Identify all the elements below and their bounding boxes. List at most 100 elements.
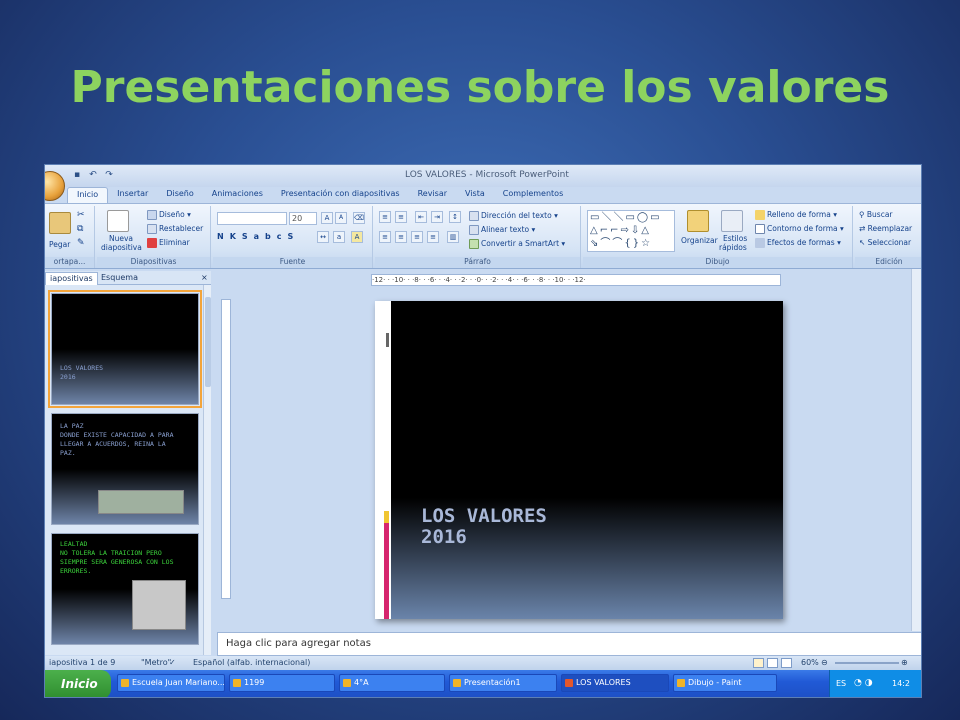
window-title: LOS VALORES - Microsoft PowerPoint — [405, 170, 569, 180]
horizontal-ruler[interactable]: ·12· · ·10· · ·8· · ·6· · ·4· · ·2· · ·0… — [371, 274, 781, 286]
bullets-icon[interactable]: ≡ — [379, 211, 391, 223]
zoom-in-icon[interactable]: ⊕ — [901, 658, 908, 667]
shape-outline-button[interactable]: Contorno de forma ▾ — [755, 224, 844, 234]
quick-styles-icon[interactable] — [721, 210, 743, 232]
main-slide[interactable]: LOS VALORES 2016 — [375, 301, 783, 619]
notes-pane[interactable]: Haga clic para agregar notas — [217, 632, 921, 656]
format-painter-icon[interactable]: ✎ — [77, 238, 85, 248]
slide-title-text[interactable]: LOS VALORES 2016 — [421, 506, 547, 548]
text-direction-button[interactable]: Dirección del texto ▾ — [469, 211, 558, 221]
quick-styles-label-1[interactable]: Estilos — [723, 234, 747, 243]
justify-icon[interactable]: ≡ — [427, 231, 439, 243]
zoom-out-icon[interactable]: ⊖ — [821, 658, 828, 667]
copy-icon[interactable]: ⧉ — [77, 224, 83, 234]
quick-styles-label-2[interactable]: rápidos — [719, 243, 747, 252]
slide-sorter-icon[interactable] — [767, 658, 778, 668]
new-slide-icon[interactable] — [107, 210, 129, 232]
taskbar-item[interactable]: 4°A — [339, 674, 445, 692]
columns-icon[interactable]: ▥ — [447, 231, 459, 243]
tab-animaciones[interactable]: Animaciones — [203, 187, 272, 203]
tab-inicio[interactable]: Inicio — [67, 187, 109, 203]
tab-insertar[interactable]: Insertar — [108, 187, 157, 203]
taskbar-item-active[interactable]: LOS VALORES — [561, 674, 669, 692]
smartart-button[interactable]: Convertir a SmartArt ▾ — [469, 239, 565, 249]
start-button[interactable]: Inicio — [45, 670, 111, 697]
delete-button[interactable]: Eliminar — [147, 238, 190, 248]
group-label-portapapeles: ortapa... — [45, 257, 94, 268]
reset-button[interactable]: Restablecer — [147, 224, 203, 234]
new-slide-label-2[interactable]: diapositiva — [101, 243, 142, 252]
redo-icon[interactable]: ↷ — [103, 169, 115, 181]
theme-name: "Metro" — [141, 658, 172, 667]
taskbar-item-label: 1199 — [244, 678, 265, 687]
replace-button[interactable]: ⇄ Reemplazar — [859, 224, 912, 233]
editor-scrollbar[interactable] — [911, 269, 921, 631]
language-tray[interactable]: ES — [836, 679, 846, 688]
font-name-field[interactable] — [217, 212, 287, 225]
tab-diseno[interactable]: Diseño — [157, 187, 202, 203]
taskbar-item[interactable]: Dibujo - Paint — [673, 674, 777, 692]
group-parrafo: ≡ ≡ ⇤ ⇥ ↕ ≡ ≡ ≡ ≡ ▥ Dirección del texto … — [375, 206, 581, 268]
decrease-indent-icon[interactable]: ⇤ — [415, 211, 427, 223]
font-color-icon[interactable]: A — [351, 231, 363, 243]
taskbar-item[interactable]: 1199 — [229, 674, 335, 692]
paste-button[interactable]: Pegar — [49, 240, 70, 249]
smartart-label: Convertir a SmartArt — [481, 239, 560, 248]
slideshow-view-icon[interactable] — [781, 658, 792, 668]
find-button[interactable]: ⚲ Buscar — [859, 210, 893, 219]
thumbnail-image — [98, 490, 184, 514]
align-center-icon[interactable]: ≡ — [395, 231, 407, 243]
layout-button[interactable]: Diseño ▾ — [147, 210, 191, 220]
spellcheck-icon[interactable]: ✓ — [169, 658, 176, 667]
office-button[interactable] — [45, 171, 65, 201]
close-panel-icon[interactable]: × — [199, 272, 210, 285]
paste-icon[interactable] — [49, 212, 71, 234]
thumbnail-slide-2[interactable]: LA PAZ DONDE EXISTE CAPACIDAD A PARA LLE… — [51, 413, 199, 525]
arrange-icon[interactable] — [687, 210, 709, 232]
language-indicator[interactable]: Español (alfab. internacional) — [193, 658, 310, 667]
change-case-icon[interactable]: a — [333, 231, 345, 243]
tab-revisar[interactable]: Revisar — [409, 187, 456, 203]
normal-view-icon[interactable] — [753, 658, 764, 668]
tray-icons[interactable]: ◔ ◑ — [854, 678, 873, 688]
font-style-buttons[interactable]: NKSabcS — [217, 232, 299, 241]
font-size-field[interactable]: 20 — [289, 212, 317, 225]
zoom-level[interactable]: 60% — [801, 658, 819, 667]
align-text-button[interactable]: Alinear texto ▾ — [469, 225, 535, 235]
vertical-ruler[interactable] — [221, 299, 231, 599]
thumbnails-scrollbar[interactable] — [203, 285, 211, 655]
shrink-font-button[interactable]: A — [335, 212, 347, 224]
align-right-icon[interactable]: ≡ — [411, 231, 423, 243]
save-icon[interactable]: ▪ — [71, 169, 83, 181]
increase-indent-icon[interactable]: ⇥ — [431, 211, 443, 223]
shapes-gallery[interactable]: ▭＼＼▭◯▭ △⌐⌐⇨⇩△ ⇘⌒⌒{}☆ — [587, 210, 675, 252]
tab-vista[interactable]: Vista — [456, 187, 494, 203]
select-button[interactable]: ↖ Seleccionar — [859, 238, 911, 247]
arrange-button[interactable]: Organizar — [681, 236, 718, 245]
taskbar-item[interactable]: Escuela Juan Mariano... — [117, 674, 225, 692]
window-icon — [565, 679, 573, 687]
taskbar: Inicio Escuela Juan Mariano... 1199 4°A … — [45, 670, 921, 697]
cut-icon[interactable]: ✂ — [77, 210, 85, 220]
align-left-icon[interactable]: ≡ — [379, 231, 391, 243]
thumbnail-slide-1[interactable]: LOS VALORES 2016 — [48, 290, 202, 408]
undo-icon[interactable]: ↶ — [87, 169, 99, 181]
taskbar-item[interactable]: Presentación1 — [449, 674, 557, 692]
char-spacing-icon[interactable]: ↔ — [317, 231, 329, 243]
shape-fill-button[interactable]: Relleno de forma ▾ — [755, 210, 837, 220]
shape-effects-button[interactable]: Efectos de formas ▾ — [755, 238, 841, 248]
clear-format-icon[interactable]: ⌫ — [353, 212, 365, 224]
tab-outline-panel[interactable]: Esquema — [97, 272, 142, 285]
thumbnail-slide-3[interactable]: LEALTAD NO TOLERA LA TRAICION PERO SIEMP… — [51, 533, 199, 645]
new-slide-label-1[interactable]: Nueva — [109, 234, 133, 243]
group-fuente: 20 A A ⌫ NKSabcS ↔ a A Fuente — [213, 206, 373, 268]
zoom-slider[interactable] — [835, 662, 899, 664]
line-spacing-icon[interactable]: ↕ — [449, 211, 461, 223]
numbering-icon[interactable]: ≡ — [395, 211, 407, 223]
tab-slides-panel[interactable]: iapositivas — [45, 272, 98, 285]
scrollbar-thumb[interactable] — [205, 297, 211, 387]
tab-presentacion[interactable]: Presentación con diapositivas — [272, 187, 409, 203]
grow-font-button[interactable]: A — [321, 212, 333, 224]
tab-complementos[interactable]: Complementos — [494, 187, 572, 203]
group-edicion: ⚲ Buscar ⇄ Reemplazar ↖ Seleccionar Edic… — [855, 206, 921, 268]
